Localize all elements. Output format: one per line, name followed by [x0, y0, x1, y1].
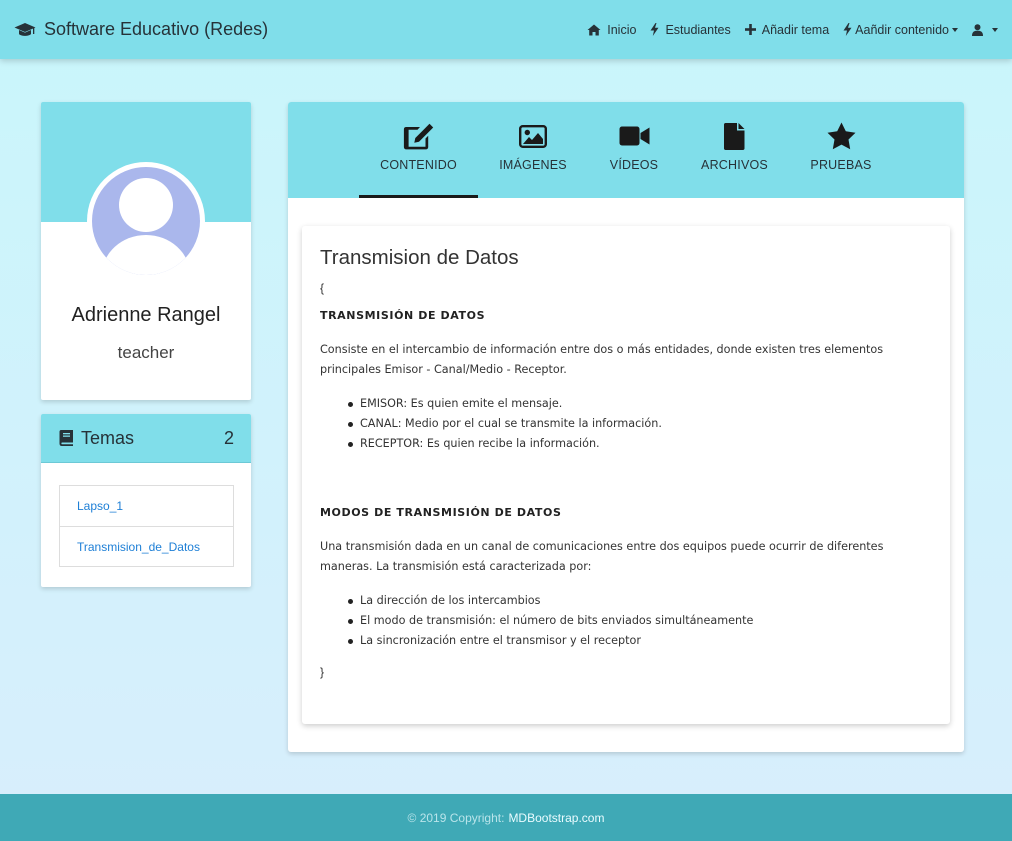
avatar — [87, 162, 205, 280]
tab-pruebas-label: PRUEBAS — [810, 158, 872, 172]
edit-icon — [403, 121, 434, 151]
home-icon — [587, 24, 601, 36]
graduation-cap-icon — [14, 22, 36, 38]
list-item: RECEPTOR: Es quien recibe la información… — [348, 434, 932, 454]
list-item: CANAL: Medio por el cual se transmite la… — [348, 414, 932, 434]
profile-role: teacher — [117, 343, 175, 362]
section-heading-modos: MODOS DE TRANSMISIÓN DE DATOS — [320, 506, 562, 519]
tab-imagenes-label: IMÁGENES — [499, 158, 567, 172]
image-icon — [519, 121, 547, 151]
footer-link[interactable]: MDBootstrap.com — [508, 811, 604, 825]
list-item: La dirección de los intercambios — [348, 591, 932, 611]
nav-anadir-contenido-dropdown[interactable]: Aañdir contenido — [836, 23, 962, 37]
brand[interactable]: Software Educativo (Redes) — [14, 19, 268, 40]
tab-pruebas[interactable]: PRUEBAS — [789, 102, 893, 198]
tab-imagenes[interactable]: IMÁGENES — [478, 102, 588, 198]
temas-count: 2 — [223, 427, 234, 448]
content-card: Transmision de Datos { TRANSMISIÓN DE DA… — [302, 226, 950, 724]
star-icon — [827, 121, 856, 151]
file-icon — [724, 121, 745, 151]
content-panel: CONTENIDO IMÁGENES VÍDEOS ARCHIVOS PRUEB… — [288, 102, 964, 752]
temas-header: Temas 2 — [41, 414, 251, 463]
tema-item-lapso-1[interactable]: Lapso_1 — [60, 486, 233, 526]
brand-title: Software Educativo (Redes) — [44, 19, 269, 39]
nav-estudiantes[interactable]: Estudiantes — [643, 23, 737, 37]
footer-copyright: © 2019 Copyright: — [407, 810, 505, 825]
tabs-bar: CONTENIDO IMÁGENES VÍDEOS ARCHIVOS PRUEB… — [288, 102, 964, 198]
nav-anadir-tema[interactable]: Añadir tema — [738, 23, 836, 37]
nav-estudiantes-label: Estudiantes — [665, 22, 731, 37]
chevron-down-icon — [952, 27, 958, 32]
nav-anadir-contenido-label: Aañdir contenido — [855, 22, 949, 37]
user-menu-dropdown[interactable] — [962, 23, 998, 36]
section-text-transmision: Consiste en el intercambio de informació… — [320, 343, 884, 376]
plus-icon — [744, 24, 756, 35]
profile-card: Adrienne Rangel teacher — [41, 102, 251, 400]
profile-name: Adrienne Rangel — [71, 304, 221, 326]
nav-inicio-label: Inicio — [607, 22, 637, 37]
tema-item-transmision-de-datos[interactable]: Transmision_de_Datos — [60, 526, 233, 566]
section-text-modos: Una transmisión dada en un canal de comu… — [320, 540, 884, 573]
list-item: El modo de transmisión: el número de bit… — [348, 611, 932, 631]
temas-title: Temas — [81, 427, 135, 448]
tab-videos[interactable]: VÍDEOS — [588, 102, 680, 198]
video-camera-icon — [619, 121, 650, 151]
bullet-list-elementos: EMISOR: Es quien emite el mensaje. CANAL… — [348, 394, 932, 454]
list-item: EMISOR: Es quien emite el mensaje. — [348, 394, 932, 414]
default-user-avatar-icon — [92, 167, 200, 275]
book-icon — [59, 430, 74, 446]
nav-links: Inicio Estudiantes Añadir tema Aañdir co… — [580, 23, 998, 37]
tab-archivos-label: ARCHIVOS — [701, 158, 768, 172]
temas-card: Temas 2 Lapso_1 Transmision_de_Datos — [41, 414, 251, 587]
close-brace: } — [320, 665, 325, 679]
bolt-icon — [650, 23, 659, 36]
bolt-icon — [843, 23, 852, 36]
content-title: Transmision de Datos — [320, 246, 519, 269]
chevron-down-icon — [992, 27, 998, 32]
section-heading-transmision: TRANSMISIÓN DE DATOS — [320, 309, 486, 322]
tab-contenido-label: CONTENIDO — [380, 158, 457, 172]
nav-inicio[interactable]: Inicio — [580, 23, 643, 37]
navbar: Software Educativo (Redes) Inicio Estudi… — [0, 0, 1012, 59]
tab-videos-label: VÍDEOS — [609, 158, 659, 172]
nav-anadir-tema-label: Añadir tema — [761, 22, 830, 37]
user-icon — [972, 23, 983, 36]
tab-contenido[interactable]: CONTENIDO — [359, 102, 478, 198]
bullet-list-caracteristicas: La dirección de los intercambios El modo… — [348, 591, 932, 651]
footer: © 2019 Copyright: MDBootstrap.com — [0, 794, 1012, 841]
temas-list: Lapso_1 Transmision_de_Datos — [59, 485, 234, 567]
list-item: La sincronización entre el transmisor y … — [348, 631, 932, 651]
open-brace: { — [320, 281, 325, 295]
tab-archivos[interactable]: ARCHIVOS — [680, 102, 789, 198]
